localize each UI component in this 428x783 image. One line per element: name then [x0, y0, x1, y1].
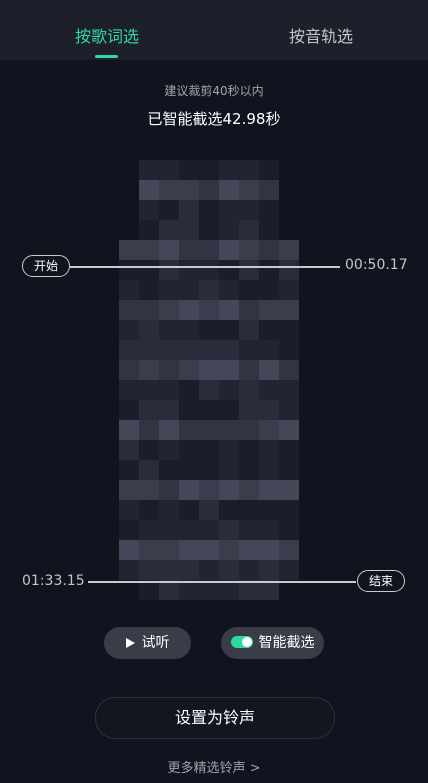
start-time: 00:50.17: [345, 257, 408, 273]
start-marker-line[interactable]: [70, 266, 340, 268]
tab-by-lyrics[interactable]: 按歌词选: [0, 0, 214, 60]
tab-bar: 按歌词选 按音轨选: [0, 0, 428, 60]
end-time: 01:33.15: [22, 573, 85, 589]
set-as-ringtone-button[interactable]: 设置为铃声: [95, 697, 335, 739]
smart-select-label: 智能截选: [258, 635, 315, 651]
duration-hint: 建议裁剪40秒以内: [164, 84, 264, 98]
end-marker-label: 结束: [368, 574, 393, 588]
smart-select-toggle[interactable]: 智能截选: [221, 627, 324, 659]
toggle-icon: [230, 636, 253, 648]
preview-label: 试听: [141, 635, 170, 651]
end-marker-line[interactable]: [88, 581, 356, 583]
play-icon: [125, 638, 135, 648]
start-marker-label: 开始: [33, 259, 58, 273]
more-ringtones-link[interactable]: 更多精选铃声 >: [0, 757, 428, 776]
preview-button[interactable]: 试听: [104, 627, 191, 659]
end-marker-handle[interactable]: 结束: [357, 570, 405, 592]
start-marker-handle[interactable]: 开始: [22, 255, 70, 277]
active-tab-indicator: [95, 55, 118, 58]
lyrics-blurred-area: [119, 158, 300, 610]
selected-duration: 已智能截选42.98秒: [147, 110, 281, 128]
tab-by-track[interactable]: 按音轨选: [214, 0, 428, 60]
